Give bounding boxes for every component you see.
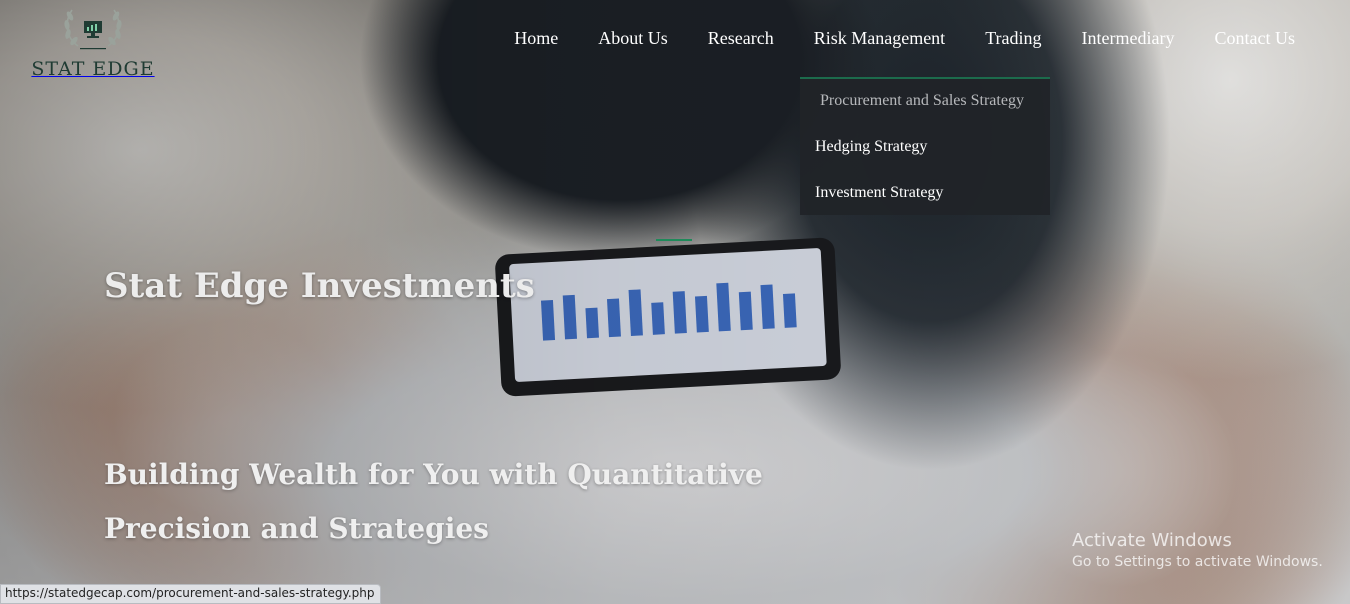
dropdown-item-investment-strategy[interactable]: Investment Strategy: [800, 171, 1050, 217]
watermark-subtitle: Go to Settings to activate Windows.: [1072, 554, 1323, 570]
nav-trading[interactable]: Trading: [965, 26, 1061, 51]
status-bar-url: https://statedgecap.com/procurement-and-…: [0, 584, 381, 604]
hero-accent-line: [656, 239, 692, 241]
nav-research[interactable]: Research: [688, 26, 794, 51]
site-logo[interactable]: STAT EDGE: [28, 6, 158, 80]
nav-risk-management[interactable]: Risk Management: [794, 26, 965, 51]
nav-contact-us[interactable]: Contact Us: [1195, 26, 1316, 51]
hero-title: Stat Edge Investments: [104, 266, 535, 306]
site-logo-text: STAT EDGE: [31, 58, 155, 80]
hero-subtitle: Building Wealth for You with Quantitativ…: [104, 458, 763, 545]
dropdown-item-hedging-strategy[interactable]: Hedging Strategy: [800, 125, 1050, 171]
dropdown-item-procurement-and-sales-strategy[interactable]: Procurement and Sales Strategy: [800, 79, 1050, 125]
windows-activation-watermark: Activate Windows Go to Settings to activ…: [1072, 530, 1323, 570]
nav-home[interactable]: Home: [494, 26, 578, 51]
nav-intermediary[interactable]: Intermediary: [1062, 26, 1195, 51]
nav-about-us[interactable]: About Us: [578, 26, 688, 51]
watermark-title: Activate Windows: [1072, 530, 1232, 551]
main-navigation: Home About Us Research Risk Management T…: [494, 26, 1315, 51]
laurel-monitor-icon: [58, 6, 128, 50]
risk-management-dropdown: Procurement and Sales Strategy Hedging S…: [800, 77, 1050, 215]
